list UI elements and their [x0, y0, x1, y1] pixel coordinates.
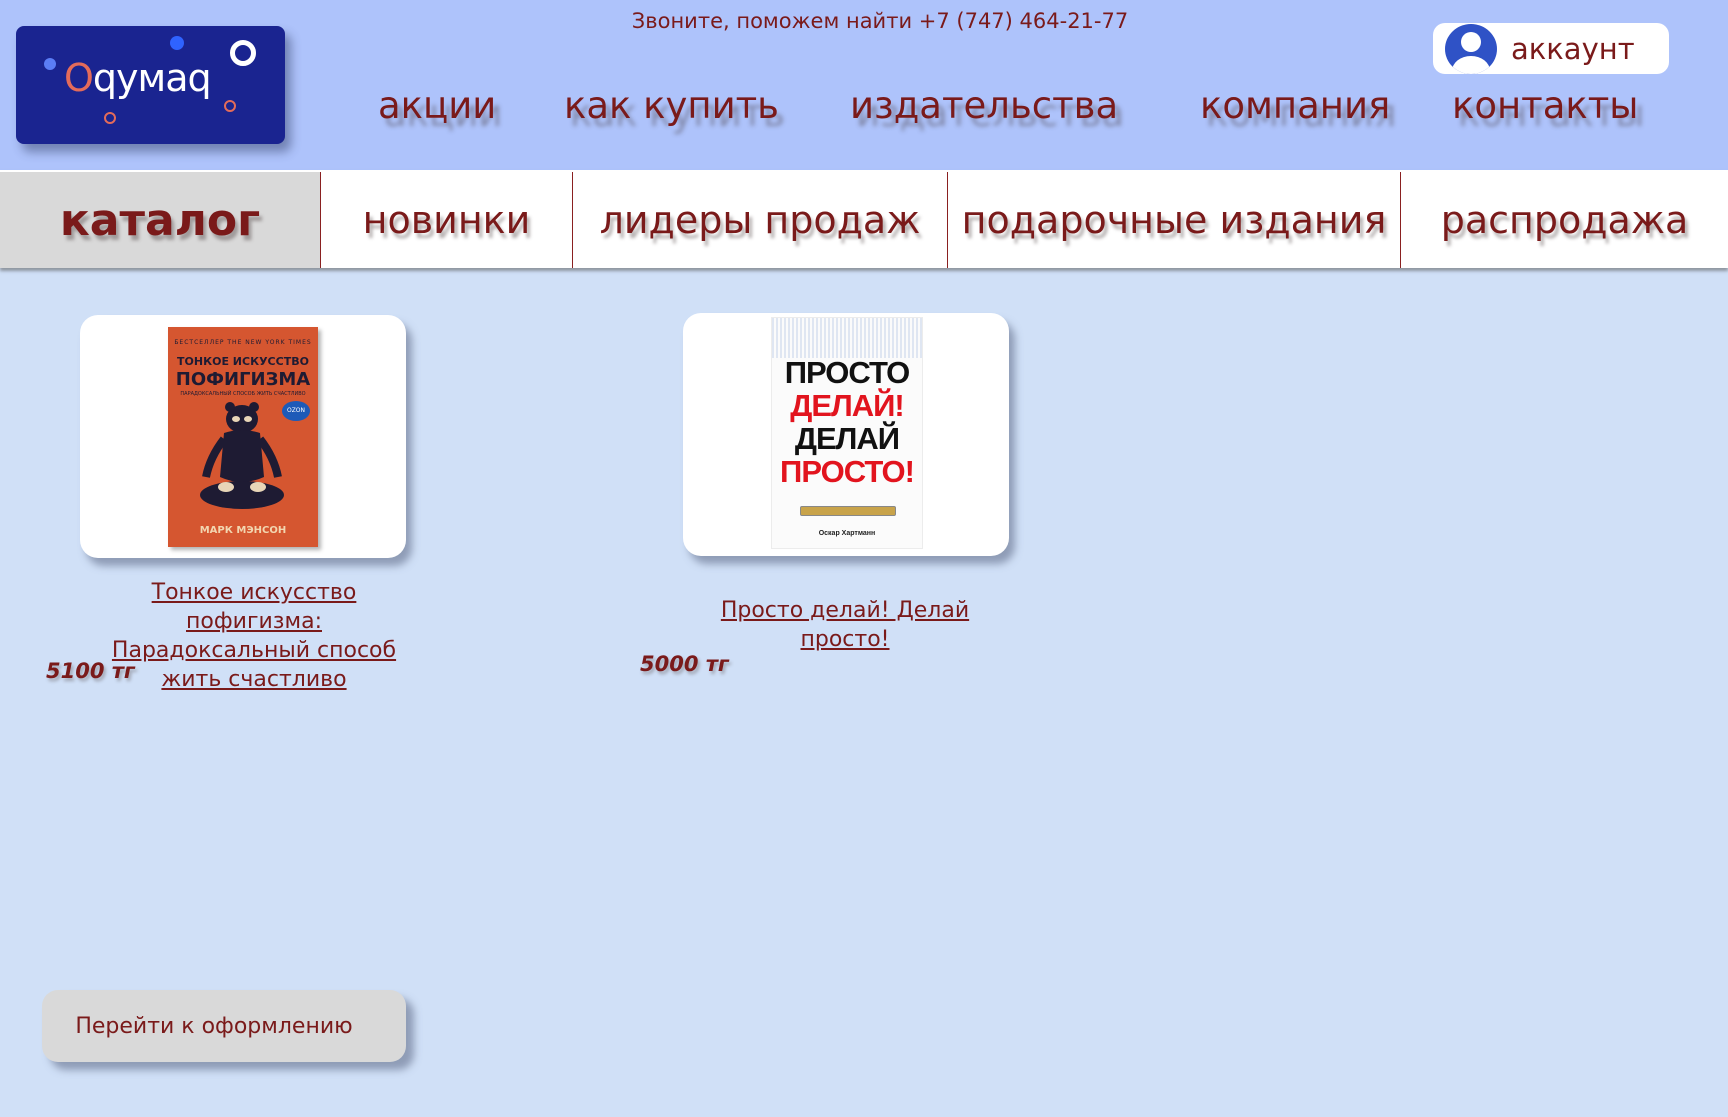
logo-dot	[44, 58, 56, 70]
site-header: Oqумаq Звоните, поможем найти +7 (747) 4…	[0, 0, 1728, 170]
nav-contacts[interactable]: контакты	[1452, 84, 1639, 127]
tab-gift-editions[interactable]: подарочные издания	[948, 172, 1400, 268]
tab-sale[interactable]: распродажа	[1401, 172, 1728, 268]
user-icon	[1445, 23, 1497, 74]
book-cover-image: ПРОСТО ДЕЛАЙ! ДЕЛАЙ ПРОСТО! Оскар Хартма…	[771, 317, 923, 549]
nav-company[interactable]: компания	[1200, 84, 1390, 127]
book-cover-image: БЕСТСЕЛЛЕР THE NEW YORK TIMES ТОНКОЕ ИСК…	[168, 327, 318, 547]
checkout-button[interactable]: Перейти к оформлению	[42, 990, 406, 1062]
product-title-link[interactable]: Тонкое искусство пофигизма: Парадоксальн…	[84, 578, 424, 694]
nav-promotions[interactable]: акции	[378, 84, 496, 127]
meditating-bear-illustration	[200, 402, 284, 509]
nav-publishers[interactable]: издательства	[850, 84, 1118, 127]
product-card[interactable]: ПРОСТО ДЕЛАЙ! ДЕЛАЙ ПРОСТО! Оскар Хартма…	[683, 313, 1009, 556]
tab-bestsellers[interactable]: лидеры продаж	[573, 172, 947, 268]
product-price: 5000 тг	[640, 652, 729, 676]
nav-how-to-buy[interactable]: как купить	[564, 84, 779, 127]
product-card[interactable]: БЕСТСЕЛЛЕР THE NEW YORK TIMES ТОНКОЕ ИСК…	[80, 315, 406, 558]
account-label: аккаунт	[1511, 31, 1635, 66]
top-nav: акции как купить издательства компания к…	[0, 84, 1728, 134]
logo-ring	[230, 40, 256, 66]
cover-pattern	[772, 318, 922, 358]
pencil-illustration	[800, 506, 896, 516]
tab-catalog[interactable]: каталог	[0, 172, 320, 268]
tab-new[interactable]: новинки	[321, 172, 572, 268]
account-button[interactable]: аккаунт	[1433, 23, 1669, 74]
product-price: 5100 тг	[46, 659, 135, 683]
logo-dot	[170, 36, 184, 50]
product-title-link[interactable]: Просто делай! Делай просто!	[675, 596, 1015, 654]
category-bar: каталог новинки лидеры продаж подарочные…	[0, 170, 1728, 268]
